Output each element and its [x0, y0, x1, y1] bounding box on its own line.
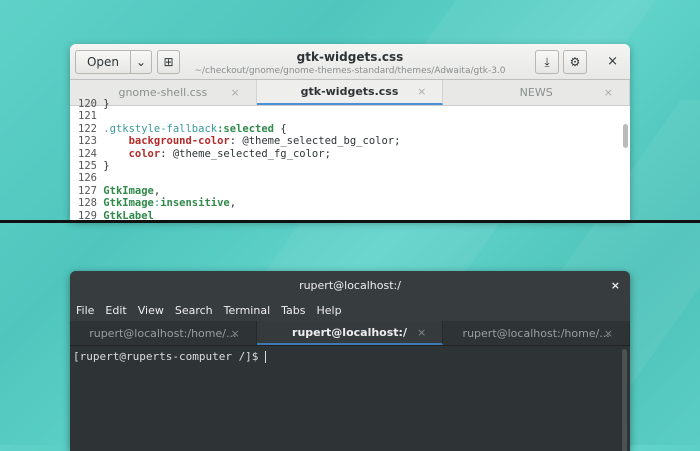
line-number: 127	[78, 184, 97, 197]
close-icon[interactable]: ×	[604, 327, 613, 340]
gedit-window: Open ⌄ ⊞ gtk-widgets.css ~/checkout/gnom…	[70, 44, 630, 221]
code-token: ,	[153, 184, 161, 197]
shell-prompt: [rupert@ruperts-computer /]$	[73, 350, 266, 363]
menu-file[interactable]: File	[76, 304, 94, 317]
close-icon[interactable]: ×	[607, 54, 618, 69]
terminal-tab[interactable]: rupert@localhost:/home/... ×	[70, 321, 257, 345]
menu-bar: File Edit View Search Terminal Tabs Help	[70, 300, 630, 321]
settings-button[interactable]: ⚙	[563, 50, 587, 74]
code-token: }	[103, 159, 110, 172]
scrollbar[interactable]	[622, 349, 627, 451]
menu-tabs[interactable]: Tabs	[281, 304, 305, 317]
code-token: GtkImage	[103, 197, 154, 210]
code-token: background-color	[128, 135, 230, 148]
code-token: insensitive	[160, 197, 230, 210]
code-token: ,	[229, 197, 237, 210]
code-token: }	[103, 98, 110, 110]
tab-label: rupert@localhost:/home/...	[462, 326, 610, 340]
code-token: : @theme_selected_fg_color;	[160, 147, 331, 160]
code-token: GtkImage	[103, 184, 154, 197]
menu-terminal[interactable]: Terminal	[224, 304, 271, 317]
line-number: 128	[78, 197, 97, 210]
code-line: 121	[78, 110, 630, 122]
line-number: 125	[78, 159, 97, 172]
text-cursor	[265, 351, 267, 363]
close-icon[interactable]: ×	[611, 271, 620, 300]
line-number: 124	[78, 147, 97, 160]
code-token: .gtkstyle-fallback	[103, 122, 218, 135]
header-bar: Open ⌄ ⊞ gtk-widgets.css ~/checkout/gnom…	[70, 44, 630, 80]
menu-search[interactable]: Search	[175, 304, 213, 317]
code-line: 124 color: @theme_selected_fg_color;	[78, 148, 630, 160]
terminal-output[interactable]: [rupert@ruperts-computer /]$	[70, 346, 630, 367]
terminal-tab[interactable]: rupert@localhost:/home/... ×	[443, 321, 630, 345]
line-number: 123	[78, 135, 97, 148]
screen-divider	[0, 220, 700, 223]
line-number: 122	[78, 122, 97, 135]
window-title: rupert@localhost:/	[299, 279, 401, 292]
code-line: 120 }	[78, 98, 630, 110]
close-icon[interactable]: ×	[230, 327, 239, 340]
code-token: : @theme_selected_bg_color;	[229, 135, 401, 148]
code-token: {	[274, 122, 287, 135]
code-line: 122 .gtkstyle-fallback:selected {	[78, 123, 630, 135]
code-line: 125 }	[78, 160, 630, 172]
line-number: 120	[78, 98, 97, 110]
tab-label: rupert@localhost:/	[292, 325, 407, 339]
menu-edit[interactable]: Edit	[105, 304, 126, 317]
code-line: 123 background-color: @theme_selected_bg…	[78, 135, 630, 147]
scrollbar[interactable]	[623, 124, 628, 148]
code-line: 128 GtkImage:insensitive,	[78, 197, 630, 209]
code-token: :selected	[217, 122, 274, 135]
save-icon: ⤓	[544, 54, 550, 69]
line-number: 126	[78, 172, 97, 185]
title-bar: rupert@localhost:/ ×	[70, 271, 630, 300]
close-icon[interactable]: ×	[417, 326, 426, 339]
close-icon[interactable]: ×	[417, 85, 426, 98]
tab-label: rupert@localhost:/home/...	[89, 326, 237, 340]
code-token: color	[128, 147, 161, 160]
terminal-tab-active[interactable]: rupert@localhost:/ ×	[256, 321, 444, 345]
code-editor[interactable]: 120 } 121 122 .gtkstyle-fallback:selected…	[70, 98, 630, 221]
line-number: 121	[78, 110, 97, 123]
menu-view[interactable]: View	[138, 304, 164, 317]
code-line: 127 GtkImage,	[78, 185, 630, 197]
terminal-tabs: rupert@localhost:/home/... × rupert@local…	[70, 321, 630, 346]
tab-label: gtk-widgets.css	[300, 85, 399, 98]
gear-icon: ⚙	[569, 55, 581, 69]
save-button[interactable]: ⤓	[535, 50, 559, 74]
terminal-window: rupert@localhost:/ × File Edit View Searc…	[70, 271, 630, 451]
code-line: 126	[78, 172, 630, 184]
menu-help[interactable]: Help	[317, 304, 342, 317]
